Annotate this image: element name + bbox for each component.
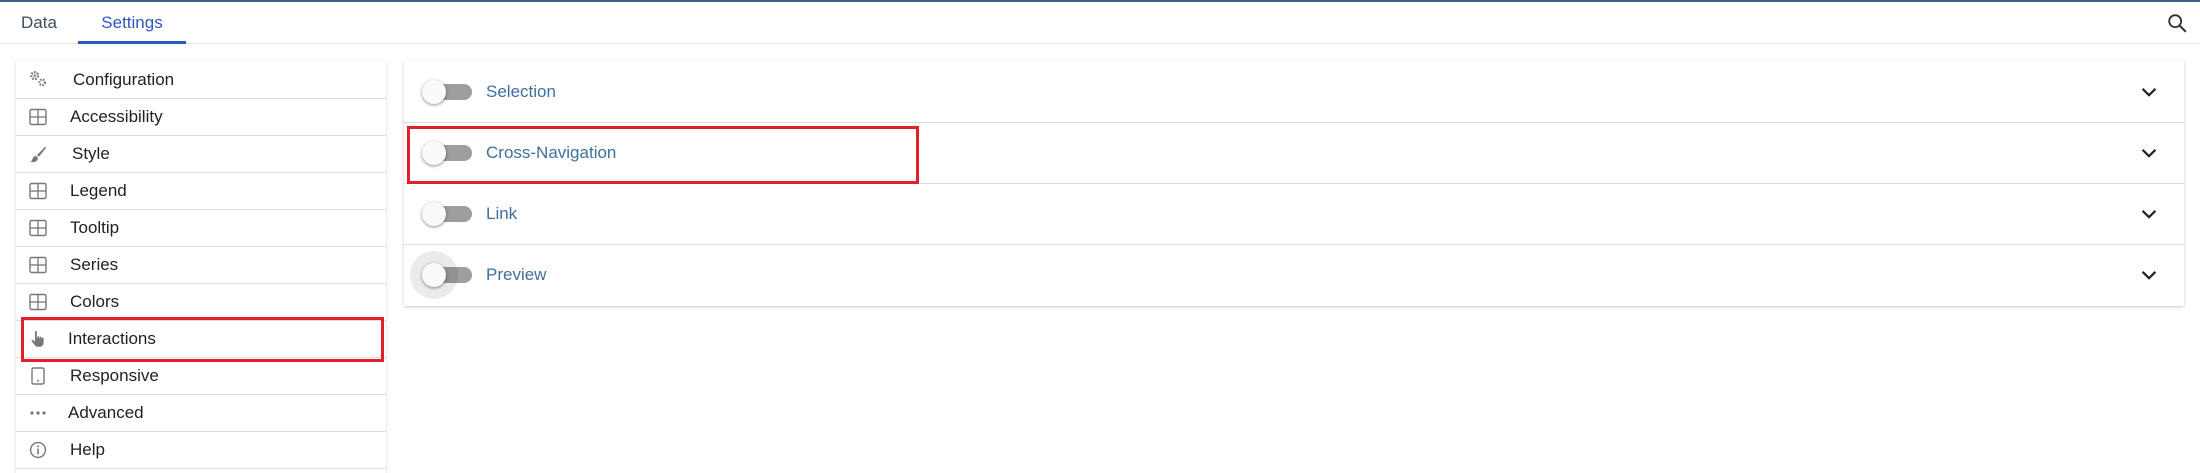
sidebar-item-label: Advanced: [68, 403, 144, 422]
brush-icon: [30, 146, 46, 163]
selection-toggle[interactable]: [422, 80, 472, 104]
sidebar-item-help[interactable]: Help: [16, 431, 386, 469]
accordion-label: Preview: [486, 265, 547, 284]
tab-settings[interactable]: Settings: [78, 2, 186, 44]
gears-icon: [30, 71, 46, 87]
sidebar-item-label: Tooltip: [70, 218, 120, 237]
accordion-label: Cross-Navigation: [486, 143, 617, 162]
sidebar-item-colors[interactable]: Colors: [16, 283, 386, 321]
toggle-thumb: [422, 80, 446, 104]
ellipsis-icon: [30, 411, 46, 415]
chevron-down-icon[interactable]: [2138, 81, 2160, 103]
sidebar-item-accessibility[interactable]: Accessibility: [16, 98, 386, 136]
hand-pointer-icon: [31, 330, 44, 347]
sidebar-item-interactions[interactable]: Interactions: [16, 320, 386, 358]
accordion-label: Link: [486, 204, 518, 223]
sidebar-item-label: Legend: [70, 181, 127, 200]
chevron-down-icon[interactable]: [2138, 203, 2160, 225]
accordion-label: Selection: [486, 82, 556, 101]
toggle-thumb: [422, 141, 446, 165]
sidebar-item-label: Interactions: [68, 329, 156, 348]
toggle-thumb: [422, 202, 446, 226]
sidebar-item-label: Responsive: [70, 366, 159, 385]
toggle-thumb: [422, 263, 446, 287]
table-icon: [29, 108, 47, 126]
info-icon: [29, 441, 47, 459]
search-icon[interactable]: [2166, 12, 2188, 34]
table-icon: [29, 182, 47, 200]
cross-navigation-toggle[interactable]: [422, 141, 472, 165]
sidebar-item-label: Accessibility: [70, 107, 163, 126]
sidebar-item-legend[interactable]: Legend: [16, 172, 386, 210]
tablet-icon: [31, 367, 45, 385]
sidebar-item-label: Series: [70, 255, 119, 274]
sidebar-item-tooltip[interactable]: Tooltip: [16, 209, 386, 247]
sidebar-item-label: Style: [72, 144, 110, 163]
table-icon: [29, 219, 47, 237]
table-icon: [29, 293, 47, 311]
accordion-link[interactable]: Link: [404, 183, 2184, 245]
interactions-panel: Selection Cross-Navigation Link Preview: [404, 61, 2184, 306]
sidebar-item-advanced[interactable]: Advanced: [16, 394, 386, 432]
tab-bar: Data Settings: [0, 2, 2200, 44]
sidebar-item-label: Colors: [70, 292, 120, 311]
chevron-down-icon[interactable]: [2138, 142, 2160, 164]
sidebar-item-label: Help: [70, 440, 105, 459]
tab-data[interactable]: Data: [0, 2, 78, 43]
accordion-preview[interactable]: Preview: [404, 244, 2184, 305]
link-toggle[interactable]: [422, 202, 472, 226]
sidebar-item-responsive[interactable]: Responsive: [16, 357, 386, 395]
accordion-selection[interactable]: Selection: [404, 61, 2184, 123]
settings-sidebar: Configuration Accessibility Style Legend…: [16, 61, 386, 473]
preview-toggle[interactable]: [410, 251, 472, 299]
sidebar-item-style[interactable]: Style: [16, 135, 386, 173]
sidebar-item-configuration[interactable]: Configuration: [16, 61, 386, 99]
chevron-down-icon[interactable]: [2138, 264, 2160, 286]
table-icon: [29, 256, 47, 274]
sidebar-item-series[interactable]: Series: [16, 246, 386, 284]
accordion-cross-navigation[interactable]: Cross-Navigation: [404, 122, 2184, 184]
sidebar-item-label: Configuration: [73, 70, 175, 89]
